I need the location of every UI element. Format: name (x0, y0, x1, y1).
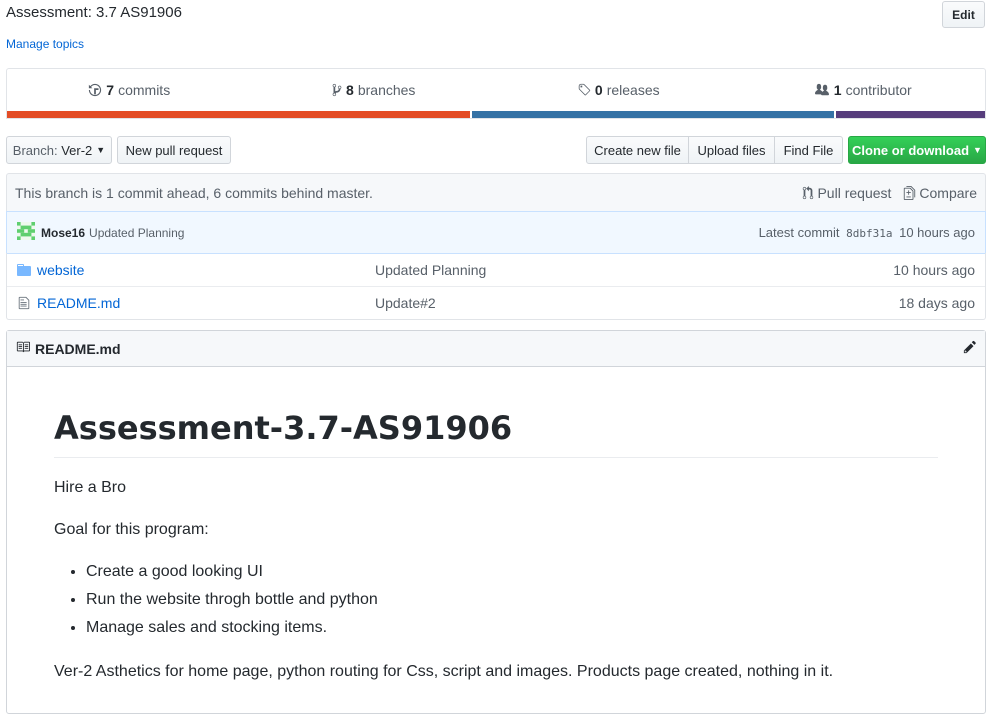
compare-link[interactable]: Compare (903, 185, 977, 201)
releases-label: releases (606, 82, 660, 98)
latest-commit-info: Latest commit 8dbf31a 10 hours ago (759, 225, 975, 240)
list-item: Manage sales and stocking items. (86, 614, 938, 642)
releases-count: 0 (594, 82, 603, 98)
pull-request-label: Pull request (817, 184, 892, 201)
pull-request-link[interactable]: Pull request (802, 185, 891, 201)
file-name-link[interactable]: README.md (37, 295, 375, 311)
edit-description-button[interactable]: Edit (942, 1, 985, 28)
commit-sha[interactable]: 8dbf31a (846, 227, 892, 240)
latest-commit-label: Latest commit (758, 225, 840, 240)
folder-icon (7, 263, 37, 276)
book-icon (15, 340, 31, 357)
commit-author[interactable]: Mose16 (41, 226, 85, 240)
create-new-file-button[interactable]: Create new file (586, 136, 689, 164)
readme-title: Assessment-3.7-AS91906 (54, 409, 938, 458)
branch-select-button[interactable]: Branch: Ver-2 ▼ (6, 136, 112, 164)
commits-link[interactable]: 7 commits (7, 69, 252, 111)
contributors-count: 1 (833, 82, 842, 98)
avatar[interactable] (17, 222, 35, 243)
language-bar-segment[interactable] (7, 111, 472, 118)
readme-goal-list: Create a good looking UI Run the website… (54, 558, 938, 642)
clone-label: Clone or download (852, 142, 970, 158)
language-bar-segment[interactable] (836, 111, 985, 118)
readme-panel: README.md Assessment-3.7-AS91906 Hire a … (6, 330, 986, 714)
repo-description: Assessment: 3.7 AS91906 (6, 4, 182, 21)
branches-count: 8 (346, 82, 354, 98)
file-name-link[interactable]: website (37, 262, 375, 278)
file-commit-message[interactable]: Update#2 (375, 295, 899, 311)
history-icon (88, 83, 102, 97)
readme-filename: README.md (35, 340, 121, 357)
commit-message[interactable]: Updated Planning (89, 226, 184, 240)
clone-or-download-button[interactable]: Clone or download ▼ (848, 136, 986, 164)
contributors-label: contributor (845, 82, 912, 98)
branch-status-text: This branch is 1 commit ahead, 6 commits… (15, 184, 373, 201)
branch-name: Ver-2 (61, 142, 93, 158)
diff-icon (903, 185, 916, 200)
readme-paragraph: Hire a Bro (54, 479, 127, 496)
file-age: 18 days ago (898, 295, 975, 311)
language-bar-segment[interactable] (471, 111, 837, 118)
caret-down-icon: ▼ (96, 145, 106, 155)
branches-label: branches (357, 82, 416, 98)
file-actions-group: Create new file Upload files Find File (586, 136, 843, 164)
branch-status-bar: This branch is 1 commit ahead, 6 commits… (6, 173, 986, 212)
file-list: website Updated Planning 10 hours ago RE… (6, 253, 986, 320)
caret-down-icon: ▼ (973, 145, 982, 155)
table-row: README.md Update#2 18 days ago (7, 286, 985, 319)
list-item: Create a good looking UI (86, 558, 938, 586)
readme-paragraph: Goal for this program: (54, 521, 209, 538)
people-icon (814, 83, 830, 97)
latest-commit-bar: Mose16 Updated Planning Latest commit 8d… (6, 211, 986, 254)
repo-summary: 7 commits 8 branches 0 releases 1 contri… (6, 68, 986, 119)
branch-prefix: Branch: (12, 142, 58, 158)
readme-header: README.md (7, 331, 985, 367)
readme-content: Assessment-3.7-AS91906 Hire a Bro Goal f… (7, 409, 985, 684)
file-icon (7, 296, 37, 310)
new-pull-request-button[interactable]: New pull request (117, 136, 231, 164)
language-bar[interactable] (7, 111, 985, 118)
releases-link[interactable]: 0 releases (496, 69, 741, 111)
git-pull-request-icon (802, 185, 814, 200)
readme-paragraph: Ver-2 Asthetics for home page, python ro… (54, 663, 834, 680)
upload-files-button[interactable]: Upload files (688, 136, 775, 164)
git-branch-icon (332, 83, 342, 97)
tag-icon (577, 83, 591, 97)
table-row: website Updated Planning 10 hours ago (7, 253, 985, 286)
file-age: 10 hours ago (893, 261, 975, 278)
commits-label: commits (118, 82, 171, 98)
file-commit-message[interactable]: Updated Planning (375, 262, 893, 278)
compare-label: Compare (919, 184, 977, 201)
commit-age: 10 hours ago (899, 225, 975, 240)
branches-link[interactable]: 8 branches (252, 69, 497, 111)
pencil-icon[interactable] (963, 340, 977, 357)
manage-topics-link[interactable]: Manage topics (6, 37, 84, 51)
list-item: Run the website throgh bottle and python (86, 586, 938, 614)
commits-count: 7 (106, 82, 115, 98)
contributors-link[interactable]: 1 contributor (741, 69, 986, 111)
find-file-button[interactable]: Find File (774, 136, 843, 164)
